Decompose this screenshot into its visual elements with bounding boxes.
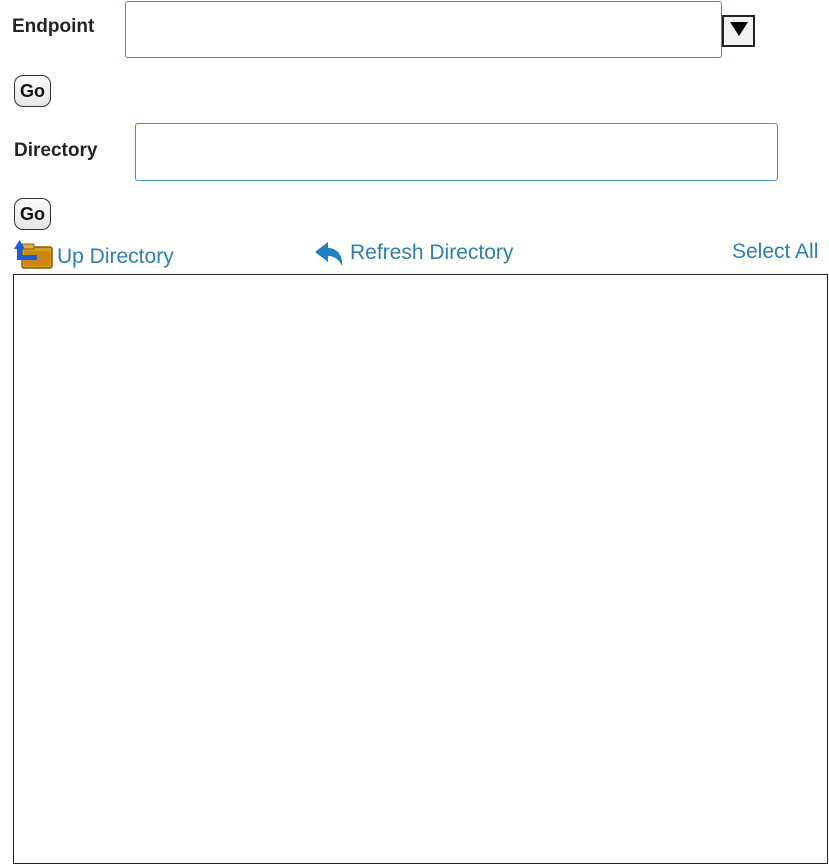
endpoint-input[interactable] — [125, 1, 722, 58]
up-directory-label: Up Directory — [57, 245, 174, 268]
endpoint-go-button[interactable]: Go — [14, 75, 51, 107]
directory-go-button[interactable]: Go — [14, 198, 51, 230]
endpoint-dropdown-button[interactable] — [722, 15, 755, 47]
refresh-directory-label: Refresh Directory — [350, 241, 514, 264]
endpoint-label: Endpoint — [12, 16, 95, 37]
folder-up-icon — [14, 238, 54, 270]
directory-label: Directory — [14, 140, 98, 161]
file-list-panel[interactable] — [13, 274, 828, 864]
up-directory-link[interactable]: Up Directory — [14, 238, 174, 270]
directory-input[interactable] — [135, 123, 778, 181]
select-all-link[interactable]: Select All — [732, 240, 818, 264]
refresh-directory-link[interactable]: Refresh Directory — [312, 238, 513, 268]
refresh-arrow-icon — [312, 238, 348, 268]
triangle-down-icon — [729, 21, 749, 42]
